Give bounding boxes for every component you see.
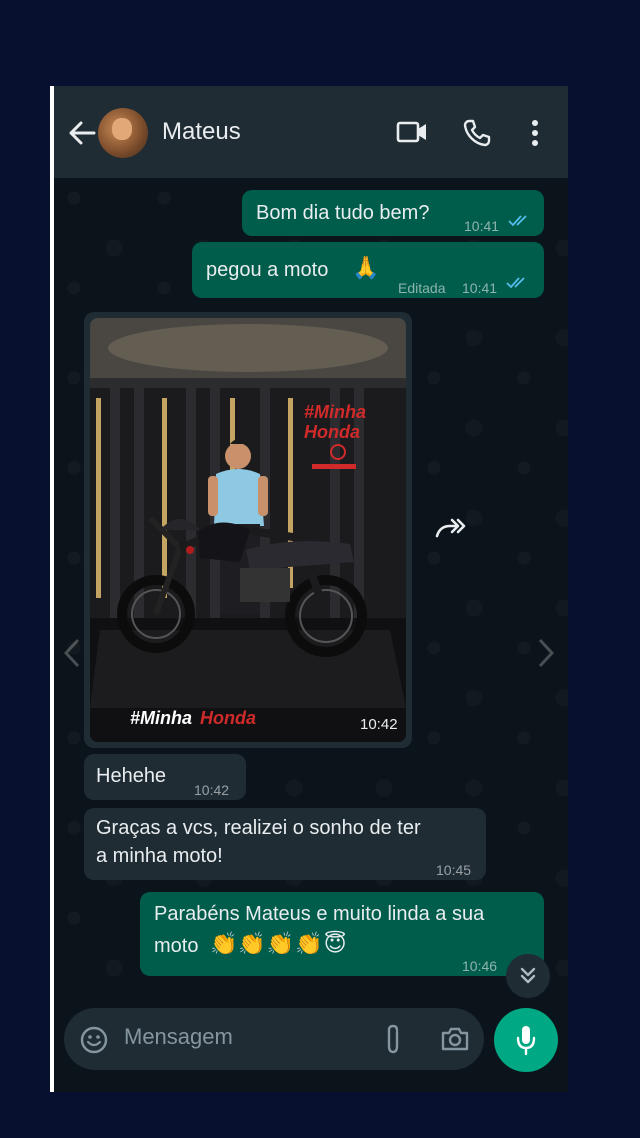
message-text-line2: moto bbox=[154, 935, 199, 957]
message-text: pegou a moto bbox=[206, 259, 329, 281]
edited-label: Editada bbox=[398, 280, 446, 296]
svg-text:Honda: Honda bbox=[304, 422, 360, 442]
chat-area[interactable]: Bom dia tudo bem? 10:41 pegou a moto 🙏 E… bbox=[54, 178, 568, 998]
avatar[interactable] bbox=[98, 108, 148, 158]
message-incoming[interactable]: Graças a vcs, realizei o sonho de ter a … bbox=[84, 808, 486, 880]
motorcycle-photo[interactable]: #Minha Honda #Minha Honda 10:42 bbox=[90, 318, 406, 742]
message-outgoing[interactable]: Bom dia tudo bem? 10:41 bbox=[242, 190, 544, 236]
message-time: 10:41 bbox=[462, 280, 498, 296]
message-outgoing[interactable]: pegou a moto 🙏 Editada 10:41 bbox=[192, 242, 544, 298]
phone-screen: Mateus Bom dia tudo bem? 10:41 pegou a m… bbox=[50, 86, 568, 1092]
phone-icon[interactable] bbox=[462, 118, 492, 148]
arrow-left-icon[interactable] bbox=[68, 120, 96, 146]
message-text-line1: Graças a vcs, realizei o sonho de ter bbox=[96, 817, 421, 839]
message-time: 10:45 bbox=[436, 862, 472, 878]
contact-name[interactable]: Mateus bbox=[162, 118, 241, 146]
paperclip-icon[interactable] bbox=[382, 1024, 404, 1056]
message-text: Hehehe bbox=[96, 765, 167, 787]
message-input[interactable]: Mensagem bbox=[124, 1024, 233, 1050]
more-vertical-icon[interactable] bbox=[528, 118, 542, 148]
message-outgoing[interactable]: Parabéns Mateus e muito linda a sua moto… bbox=[140, 892, 544, 976]
double-chevron-down-icon bbox=[520, 967, 536, 984]
chevron-right-icon[interactable] bbox=[538, 638, 554, 668]
message-composer[interactable]: Mensagem bbox=[64, 1008, 484, 1070]
message-text-line1: Parabéns Mateus e muito linda a sua bbox=[154, 903, 485, 925]
message-time: 10:41 bbox=[464, 218, 500, 234]
chat-header: Mateus bbox=[54, 86, 568, 178]
clap-emojis: 👏👏👏👏😇 bbox=[210, 931, 348, 956]
photo-illustration: #Minha Honda #Minha Honda bbox=[90, 318, 406, 742]
camera-icon[interactable] bbox=[440, 1026, 470, 1052]
message-text-line2: a minha moto! bbox=[96, 845, 223, 867]
scroll-to-bottom-button[interactable] bbox=[506, 954, 550, 998]
svg-text:#Minha: #Minha bbox=[130, 708, 192, 728]
message-incoming[interactable]: Hehehe 10:42 bbox=[84, 754, 246, 800]
video-camera-icon[interactable] bbox=[396, 118, 428, 146]
read-ticks-icon bbox=[508, 215, 527, 227]
emoji-icon[interactable] bbox=[80, 1026, 108, 1054]
message-text: Bom dia tudo bem? bbox=[256, 202, 430, 224]
message-time: 10:42 bbox=[194, 782, 230, 798]
pray-emoji: 🙏 bbox=[352, 255, 380, 280]
svg-text:Honda: Honda bbox=[200, 708, 256, 728]
read-ticks-icon bbox=[506, 277, 525, 289]
image-message[interactable]: #Minha Honda #Minha Honda 10:42 bbox=[84, 312, 412, 748]
chevron-left-icon[interactable] bbox=[64, 638, 80, 668]
microphone-icon bbox=[516, 1026, 536, 1056]
svg-text:#Minha: #Minha bbox=[304, 402, 366, 422]
message-time: 10:42 bbox=[360, 716, 398, 733]
message-time: 10:46 bbox=[462, 958, 498, 974]
microphone-button[interactable] bbox=[494, 1008, 558, 1072]
forward-icon[interactable] bbox=[434, 516, 468, 540]
